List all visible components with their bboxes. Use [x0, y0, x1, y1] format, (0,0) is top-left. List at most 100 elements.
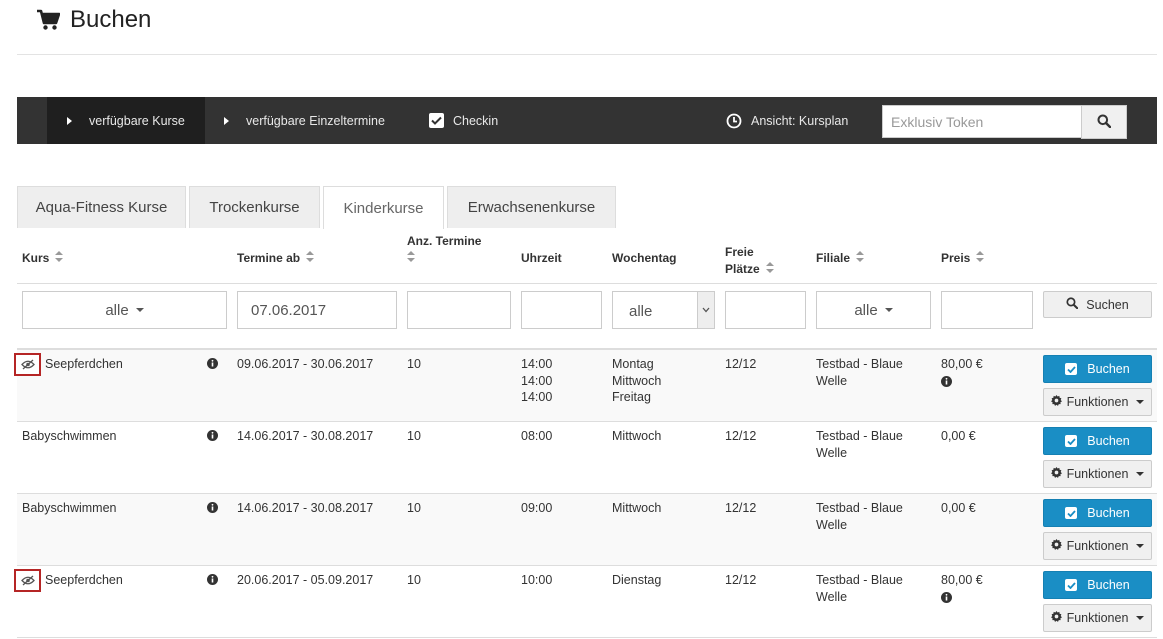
tab-erwachsenenkurse[interactable]: Erwachsenenkurse	[447, 186, 616, 228]
functions-dropdown-button[interactable]: Funktionen	[1043, 388, 1152, 416]
functions-button-label: Funktionen	[1066, 611, 1129, 625]
table-row: Babyschwimmen 14.06.2017 - 30.08.2017 10…	[17, 494, 1157, 566]
info-icon[interactable]	[941, 591, 983, 608]
sort-icon	[55, 250, 64, 267]
filter-kurs-dropdown[interactable]: alle	[22, 291, 227, 329]
cell-anzahl: 10	[407, 501, 421, 515]
functions-dropdown-button[interactable]: Funktionen	[1043, 460, 1152, 488]
chevron-down-icon	[884, 308, 893, 312]
info-icon[interactable]	[207, 358, 218, 372]
filter-date-input[interactable]: 07.06.2017	[237, 291, 397, 329]
time-entry: 14:00	[521, 357, 553, 371]
cell-kurs: Seepferdchen	[45, 573, 123, 587]
functions-button-label: Funktionen	[1066, 467, 1129, 481]
book-button[interactable]: Buchen	[1043, 427, 1152, 455]
filter-filiale-dropdown[interactable]: alle	[816, 291, 931, 329]
table-row: Seepferdchen 09.06.2017 - 30.06.2017 10 …	[14, 350, 1157, 422]
search-button-label: Suchen	[1086, 297, 1129, 312]
filter-preis-input[interactable]	[941, 291, 1033, 329]
eye-slash-icon[interactable]	[14, 353, 41, 376]
tab-aqua-fitness[interactable]: Aqua-Fitness Kurse	[17, 186, 186, 228]
sort-icon	[407, 250, 415, 267]
book-button[interactable]: Buchen	[1043, 499, 1152, 527]
tab-label: Erwachsenenkurse	[467, 199, 596, 216]
filiale-line: Testbad - Blaue	[816, 429, 903, 443]
search-icon	[1097, 114, 1112, 131]
info-icon[interactable]	[207, 430, 218, 444]
nav-view-label: Ansicht: Kursplan	[751, 113, 849, 128]
nav-available-single-dates[interactable]: verfügbare Einzeltermine	[224, 97, 385, 144]
nav-available-single-dates-label: verfügbare Einzeltermine	[246, 113, 385, 128]
cart-icon	[36, 9, 60, 31]
nav-view-courseplan[interactable]: Ansicht: Kursplan	[726, 97, 848, 144]
token-search-button[interactable]	[1081, 105, 1127, 139]
filter-plaetze-input[interactable]	[725, 291, 806, 329]
page-title-text: Buchen	[70, 6, 152, 33]
filter-wochentag-select[interactable]: alle	[612, 291, 715, 329]
info-icon[interactable]	[941, 375, 983, 392]
filter-uhrzeit-input[interactable]	[521, 291, 602, 329]
column-header-termine-ab[interactable]: Termine ab	[237, 250, 315, 267]
clock-icon	[726, 113, 742, 129]
column-header-preis[interactable]: Preis	[941, 250, 985, 267]
filiale-line: Welle	[816, 517, 848, 532]
table-row: Babyschwimmen 14.06.2017 - 30.08.2017 10…	[17, 422, 1157, 494]
column-header-label: Uhrzeit	[521, 251, 562, 265]
nav-checkin-label: Checkin	[453, 113, 499, 128]
book-button-label: Buchen	[1087, 578, 1130, 592]
weekday-entry: Freitag	[612, 390, 651, 404]
gear-icon	[1050, 539, 1062, 553]
chevron-down-icon	[1136, 544, 1145, 548]
tab-kinderkurse[interactable]: Kinderkurse	[323, 186, 444, 229]
filter-filiale-value: alle	[854, 301, 878, 319]
nav-available-courses[interactable]: verfügbare Kurse	[47, 97, 205, 144]
cell-wochentag: Montag Mittwoch Freitag	[612, 356, 661, 406]
column-header-kurs[interactable]: Kurs	[22, 250, 64, 267]
book-button[interactable]: Buchen	[1043, 355, 1152, 383]
chevron-down-icon	[697, 292, 714, 328]
book-button-label: Buchen	[1087, 434, 1130, 448]
column-header-anz-termine[interactable]: Anz. Termine	[407, 233, 481, 267]
tab-label: Kinderkurse	[343, 199, 424, 217]
column-header-label: Preis	[941, 251, 971, 265]
column-header-freie-plaetze[interactable]: Freie Plätze	[725, 244, 774, 278]
token-input[interactable]	[882, 105, 1082, 138]
book-button-label: Buchen	[1087, 362, 1130, 376]
caret-right-icon	[67, 116, 72, 125]
weekday-entry: Montag	[612, 357, 654, 371]
cell-wochentag: Mittwoch	[612, 428, 661, 445]
functions-dropdown-button[interactable]: Funktionen	[1043, 604, 1152, 632]
cell-uhrzeit: 10:00	[521, 572, 552, 589]
tab-label: Aqua-Fitness Kurse	[35, 199, 168, 216]
nav-available-courses-label: verfügbare Kurse	[89, 113, 185, 128]
filter-anz-termine-input[interactable]	[407, 291, 511, 329]
cell-wochentag: Dienstag	[612, 572, 661, 589]
filiale-line: Testbad - Blaue	[816, 501, 903, 515]
book-button[interactable]: Buchen	[1043, 571, 1152, 599]
cell-plaetze: 12/12	[725, 573, 757, 587]
cell-preis: 0,00 €	[941, 428, 976, 445]
title-divider	[17, 54, 1157, 55]
column-header-filiale[interactable]: Filiale	[816, 250, 865, 267]
cell-uhrzeit: 14:00 14:00 14:00	[521, 356, 552, 406]
filiale-line: Testbad - Blaue	[816, 573, 903, 587]
eye-slash-icon[interactable]	[14, 569, 41, 592]
cell-uhrzeit: 08:00	[521, 428, 552, 445]
price-value: 80,00 €	[941, 357, 983, 371]
column-header-label: Termine ab	[237, 251, 301, 265]
price-value: 0,00 €	[941, 501, 976, 515]
cell-anzahl: 10	[407, 429, 421, 443]
time-entry: 14:00	[521, 390, 553, 404]
gear-icon	[1050, 467, 1062, 481]
nav-checkin[interactable]: Checkin	[429, 97, 498, 144]
functions-dropdown-button[interactable]: Funktionen	[1043, 532, 1152, 560]
cell-filiale: Testbad - Blaue Welle	[816, 428, 903, 461]
cell-anzahl: 10	[407, 357, 421, 371]
check-square-icon	[1065, 435, 1078, 447]
search-button[interactable]: Suchen	[1043, 291, 1152, 318]
info-icon[interactable]	[207, 574, 218, 588]
tab-trockenkurse[interactable]: Trockenkurse	[189, 186, 320, 228]
weekday-entry: Mittwoch	[612, 373, 662, 388]
search-icon	[1066, 297, 1079, 312]
info-icon[interactable]	[207, 502, 218, 516]
